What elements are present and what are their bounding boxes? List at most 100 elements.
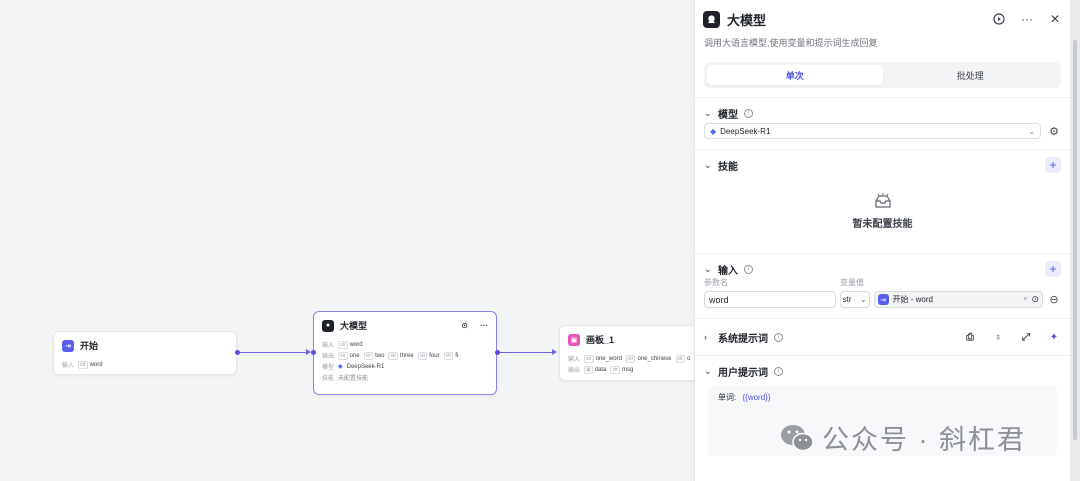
panel-scrollbar[interactable]: [1070, 0, 1080, 481]
chevron-down-icon[interactable]: ⌄: [704, 264, 712, 275]
edge-llm-to-canvas[interactable]: [500, 352, 553, 353]
image-type-icon: ▦: [584, 365, 593, 374]
var-value-header: 变量值: [840, 278, 864, 287]
canvas-node-header: ▣ 画板_1: [560, 326, 708, 353]
str-type-icon: str: [363, 351, 374, 360]
llm-node-skill-row: 技能 未配置技能: [314, 372, 496, 383]
output-var: data: [594, 366, 607, 373]
llm-node-model-label: 模型: [322, 365, 335, 371]
llm-node-header: ● 大模型 ⊙ ···: [314, 312, 496, 339]
input-var: o: [687, 355, 691, 362]
skills-section-label: 技能: [718, 161, 738, 173]
system-prompt-actions: ⎙ ♁ ⤢ ✦: [963, 330, 1061, 344]
chevron-down-icon[interactable]: ⌄: [704, 160, 712, 171]
llm-node-output-row: 输出 str one str two str three str four str fi: [314, 350, 496, 361]
wechat-icon: [780, 424, 814, 452]
tab-single[interactable]: 单次: [707, 65, 883, 85]
param-name-input[interactable]: word: [704, 291, 836, 308]
more-icon[interactable]: ···: [1020, 12, 1034, 26]
output-tag: str fi: [443, 351, 458, 360]
input-section-label: 输入: [718, 265, 738, 277]
start-node[interactable]: ⇥ 开始 输入 str word: [53, 331, 237, 375]
user-prompt-header[interactable]: ⌄ 用户提示词 i: [704, 356, 1061, 386]
canvas-board-icon: ▣: [568, 333, 580, 346]
tab-batch[interactable]: 批处理: [883, 65, 1059, 85]
user-prompt-label: 用户提示词: [718, 367, 768, 379]
watermark-text: 公众号 · 斜杠君: [822, 425, 1026, 455]
model-select[interactable]: ◆ DeepSeek-R1 ⌄: [704, 123, 1041, 139]
lightbulb-icon[interactable]: ♁: [991, 330, 1005, 344]
info-icon[interactable]: i: [774, 332, 783, 342]
chevron-right-icon[interactable]: ›: [704, 332, 712, 342]
canvas-node-input-row: 输入 str one_word str one_chinese str o: [560, 353, 708, 364]
watermark: 公众号 · 斜杠君: [780, 418, 1026, 457]
input-section: ⌄ 输入 i + 参数名 变量值 word str ⌄ ⇥ 开始 - word …: [695, 254, 1070, 308]
output-tag: ▦ data: [584, 365, 607, 374]
llm-node-input-row: 输入 str word: [314, 339, 496, 350]
llm-node-skill-label: 技能: [322, 376, 335, 382]
panel-header-actions: ··· ✕: [992, 12, 1062, 26]
remove-input-icon[interactable]: ⊖: [1047, 293, 1061, 307]
llm-node[interactable]: ● 大模型 ⊙ ··· 输入 str word 输出 str one str two …: [313, 311, 497, 395]
canvas-board-node[interactable]: ▣ 画板_1 输入 str one_word str one_chinese str…: [559, 325, 709, 381]
chevron-down-icon[interactable]: ⌄: [704, 366, 712, 377]
str-type-icon: str: [388, 351, 399, 360]
info-icon[interactable]: i: [744, 108, 753, 118]
param-name-header: 参数名: [704, 278, 728, 287]
start-icon: ⇥: [62, 339, 74, 352]
chevron-down-icon[interactable]: ⌄: [704, 108, 712, 119]
var-ref-select[interactable]: ⇥ 开始 - word × ⊙: [873, 291, 1044, 308]
str-type-icon: str: [338, 351, 348, 360]
type-select-value: str: [842, 295, 852, 304]
input-tag: str one_chinese: [625, 354, 672, 363]
llm-node-input-var: word: [349, 341, 363, 348]
input-tag: str one_word: [584, 354, 622, 363]
input-tag: str o: [675, 354, 691, 363]
expand-icon[interactable]: ⤢: [1019, 330, 1033, 344]
skills-section-header[interactable]: ⌄ 技能 +: [704, 150, 1061, 180]
run-icon[interactable]: ⊙: [461, 321, 468, 330]
skills-empty-text: 暂未配置技能: [852, 219, 913, 230]
str-type-icon: str: [78, 360, 88, 369]
skills-section: ⌄ 技能 + 暂未配置技能: [695, 150, 1070, 243]
system-prompt-header[interactable]: › 系统提示词 i ⎙ ♁ ⤢ ✦: [704, 319, 1061, 355]
output-var: three: [400, 352, 414, 359]
info-icon[interactable]: i: [774, 366, 783, 376]
start-node-output-label: 输入: [62, 363, 75, 369]
output-tag: str msg: [610, 365, 634, 374]
system-prompt-label: 系统提示词: [718, 333, 768, 345]
model-select-row: ◆ DeepSeek-R1 ⌄ ⚙: [704, 123, 1061, 139]
start-node-output-var: word: [89, 361, 103, 368]
info-icon[interactable]: i: [744, 264, 753, 274]
variable-picker-icon[interactable]: ⊙: [1032, 294, 1040, 305]
prompt-library-icon[interactable]: ⎙: [963, 330, 977, 344]
model-select-value: DeepSeek-R1: [720, 126, 771, 136]
llm-node-skill-value: 未配置技能: [338, 376, 369, 382]
clear-icon[interactable]: ×: [1023, 296, 1027, 303]
chevron-down-icon: ⌄: [1028, 126, 1035, 136]
str-type-icon: str: [584, 354, 594, 363]
type-select[interactable]: str ⌄: [839, 291, 870, 308]
llm-logo-icon: ●: [322, 319, 334, 332]
ai-optimize-icon[interactable]: ✦: [1047, 330, 1061, 344]
more-icon[interactable]: ···: [480, 321, 488, 330]
user-prompt-prefix: 单词:: [718, 393, 737, 402]
llm-input-port[interactable]: [311, 350, 316, 355]
node-config-panel: 大模型 ··· ✕ 调用大语言模型,使用变量和提示词生成回复 单次 批处理 ⌄ …: [694, 0, 1070, 481]
run-icon[interactable]: [992, 12, 1006, 26]
gear-icon[interactable]: ⚙: [1047, 124, 1061, 138]
skills-empty-state: 暂未配置技能: [704, 180, 1061, 243]
start-icon: ⇥: [877, 294, 889, 305]
close-icon[interactable]: ✕: [1048, 12, 1062, 26]
output-var: msg: [621, 366, 634, 373]
str-type-icon: str: [338, 340, 348, 349]
add-skill-button[interactable]: +: [1045, 157, 1061, 173]
add-input-button[interactable]: +: [1045, 261, 1061, 277]
canvas-node-input-label: 输入: [568, 357, 581, 363]
input-headers: 参数名 变量值: [704, 277, 1061, 288]
edge-start-to-llm[interactable]: [240, 352, 307, 353]
panel-title: 大模型: [727, 12, 767, 28]
scrollbar-thumb[interactable]: [1073, 40, 1077, 440]
input-var: one_chinese: [637, 355, 672, 362]
panel-header: 大模型 ··· ✕: [695, 0, 1070, 38]
